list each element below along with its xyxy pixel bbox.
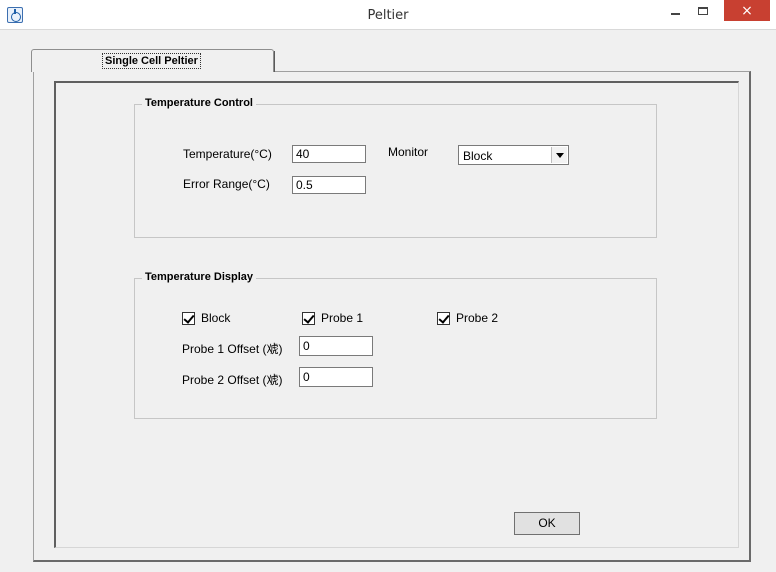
group-title: Temperature Control [142, 97, 256, 109]
checkmark-icon [302, 311, 315, 325]
checkmark-icon [182, 311, 195, 325]
checkbox-label: Block [201, 311, 231, 325]
probe2-offset-label: Probe 2 Offset (䖊) [182, 373, 283, 387]
block-checkbox[interactable]: Block [182, 311, 230, 325]
checkbox-label: Probe 1 [321, 311, 364, 325]
tab-label: Single Cell Peltier [102, 53, 201, 69]
tab-single-cell-peltier[interactable]: Single Cell Peltier [31, 49, 275, 72]
close-button[interactable]: × [724, 0, 770, 21]
probe1-checkbox[interactable]: Probe 1 [302, 311, 363, 325]
group-title: Temperature Display [142, 271, 257, 283]
close-icon: × [741, 2, 753, 19]
checkbox-label: Probe 2 [456, 311, 499, 325]
minimize-button[interactable] [663, 0, 687, 22]
maximize-button[interactable] [690, 0, 716, 22]
maximize-icon [698, 7, 708, 15]
probe2-checkbox[interactable]: Probe 2 [437, 311, 498, 325]
chevron-down-icon[interactable] [551, 147, 567, 163]
title-bar: Peltier × [0, 0, 776, 30]
probe1-offset-label: Probe 1 Offset (䖊) [182, 342, 283, 356]
temperature-input[interactable] [292, 145, 366, 163]
checkmark-icon [437, 311, 450, 325]
monitor-label: Monitor [388, 145, 429, 159]
monitor-selected-value: Block [463, 149, 493, 163]
temperature-label: Temperature(°C) [183, 147, 272, 161]
error-range-input[interactable] [292, 176, 366, 194]
monitor-select[interactable]: Block [458, 145, 569, 165]
probe1-offset-input[interactable] [299, 336, 373, 356]
ok-button[interactable]: OK [514, 512, 580, 535]
minimize-icon [670, 13, 680, 15]
error-range-label: Error Range(°C) [183, 177, 270, 191]
window-title: Peltier [367, 8, 409, 23]
temperature-control-group: Temperature Control [134, 97, 657, 238]
probe2-offset-input[interactable] [299, 367, 373, 387]
